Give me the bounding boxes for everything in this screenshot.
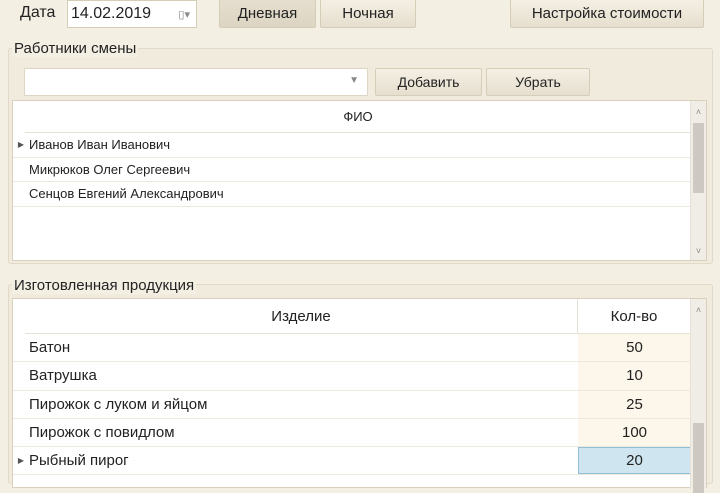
product-item[interactable]: Батон xyxy=(29,339,578,356)
product-qty[interactable]: 10 xyxy=(578,362,691,390)
product-item[interactable]: Пирожок с луком и яйцом xyxy=(29,396,578,413)
products-group-title: Изготовленная продукция xyxy=(12,277,197,294)
remove-worker-button[interactable]: Убрать xyxy=(486,68,590,96)
worker-row[interactable]: Сенцов Евгений Александрович xyxy=(13,182,691,207)
row-selector-icon: ▶ xyxy=(17,140,25,150)
workers-scrollbar[interactable]: ˄ ˅ xyxy=(690,101,706,260)
workers-group-title: Работники смены xyxy=(12,40,139,57)
product-row[interactable]: Батон 50 xyxy=(13,334,691,363)
cost-settings-button[interactable]: Настройка стоимости xyxy=(510,0,704,28)
day-shift-button[interactable]: Дневная xyxy=(219,0,316,28)
products-grid: Изделие Кол-во Батон 50 Ватрушка 10 Пирожок … xyxy=(12,298,707,493)
column-header-item[interactable]: Изделие xyxy=(25,299,578,334)
scroll-down-icon[interactable]: ˅ xyxy=(691,246,706,256)
product-qty[interactable]: 20 xyxy=(578,447,691,475)
product-row[interactable]: Пирожок с повидлом 100 xyxy=(13,418,691,448)
worker-row[interactable]: ▶ Иванов Иван Иванович xyxy=(13,133,691,158)
product-item[interactable]: Ватрушка xyxy=(29,367,578,384)
calendar-dropdown-icon[interactable]: ▯▾ xyxy=(178,8,190,21)
products-scrollbar[interactable]: ˄ xyxy=(690,299,706,493)
product-row[interactable]: Пирожок с луком и яйцом 25 xyxy=(13,390,691,419)
product-row[interactable]: ▶ Рыбный пирог 20 xyxy=(13,447,691,476)
night-shift-button[interactable]: Ночная xyxy=(320,0,416,28)
product-item[interactable]: Рыбный пирог xyxy=(29,452,578,469)
date-picker[interactable]: 14.02.2019 ▯▾ xyxy=(67,0,197,28)
chevron-down-icon: ▼ xyxy=(349,75,359,86)
scroll-up-icon[interactable]: ˄ xyxy=(691,107,706,117)
scroll-up-icon[interactable]: ˄ xyxy=(691,305,706,315)
date-label: Дата xyxy=(20,4,56,21)
scroll-thumb[interactable] xyxy=(693,123,704,193)
column-header-qty[interactable]: Кол-во xyxy=(578,299,690,334)
worker-name: Сенцов Евгений Александрович xyxy=(29,186,224,202)
product-qty[interactable]: 50 xyxy=(578,334,691,362)
product-row[interactable]: Ватрушка 10 xyxy=(13,362,691,391)
product-item[interactable]: Пирожок с повидлом xyxy=(29,424,578,441)
row-selector-icon: ▶ xyxy=(17,456,25,466)
worker-combo[interactable]: ▼ xyxy=(24,68,368,96)
scroll-thumb[interactable] xyxy=(693,423,704,493)
date-value: 14.02.2019 xyxy=(71,5,152,22)
worker-row[interactable]: Микрюков Олег Сергеевич xyxy=(13,158,691,182)
product-qty[interactable]: 100 xyxy=(578,418,691,447)
worker-name: Иванов Иван Иванович xyxy=(29,137,171,153)
column-header-fio[interactable]: ФИО xyxy=(25,101,691,133)
workers-grid: ФИО ▶ Иванов Иван Иванович Микрюков Олег С… xyxy=(12,100,707,261)
product-qty[interactable]: 25 xyxy=(578,390,691,418)
worker-name: Микрюков Олег Сергеевич xyxy=(29,161,191,177)
add-worker-button[interactable]: Добавить xyxy=(375,68,482,96)
